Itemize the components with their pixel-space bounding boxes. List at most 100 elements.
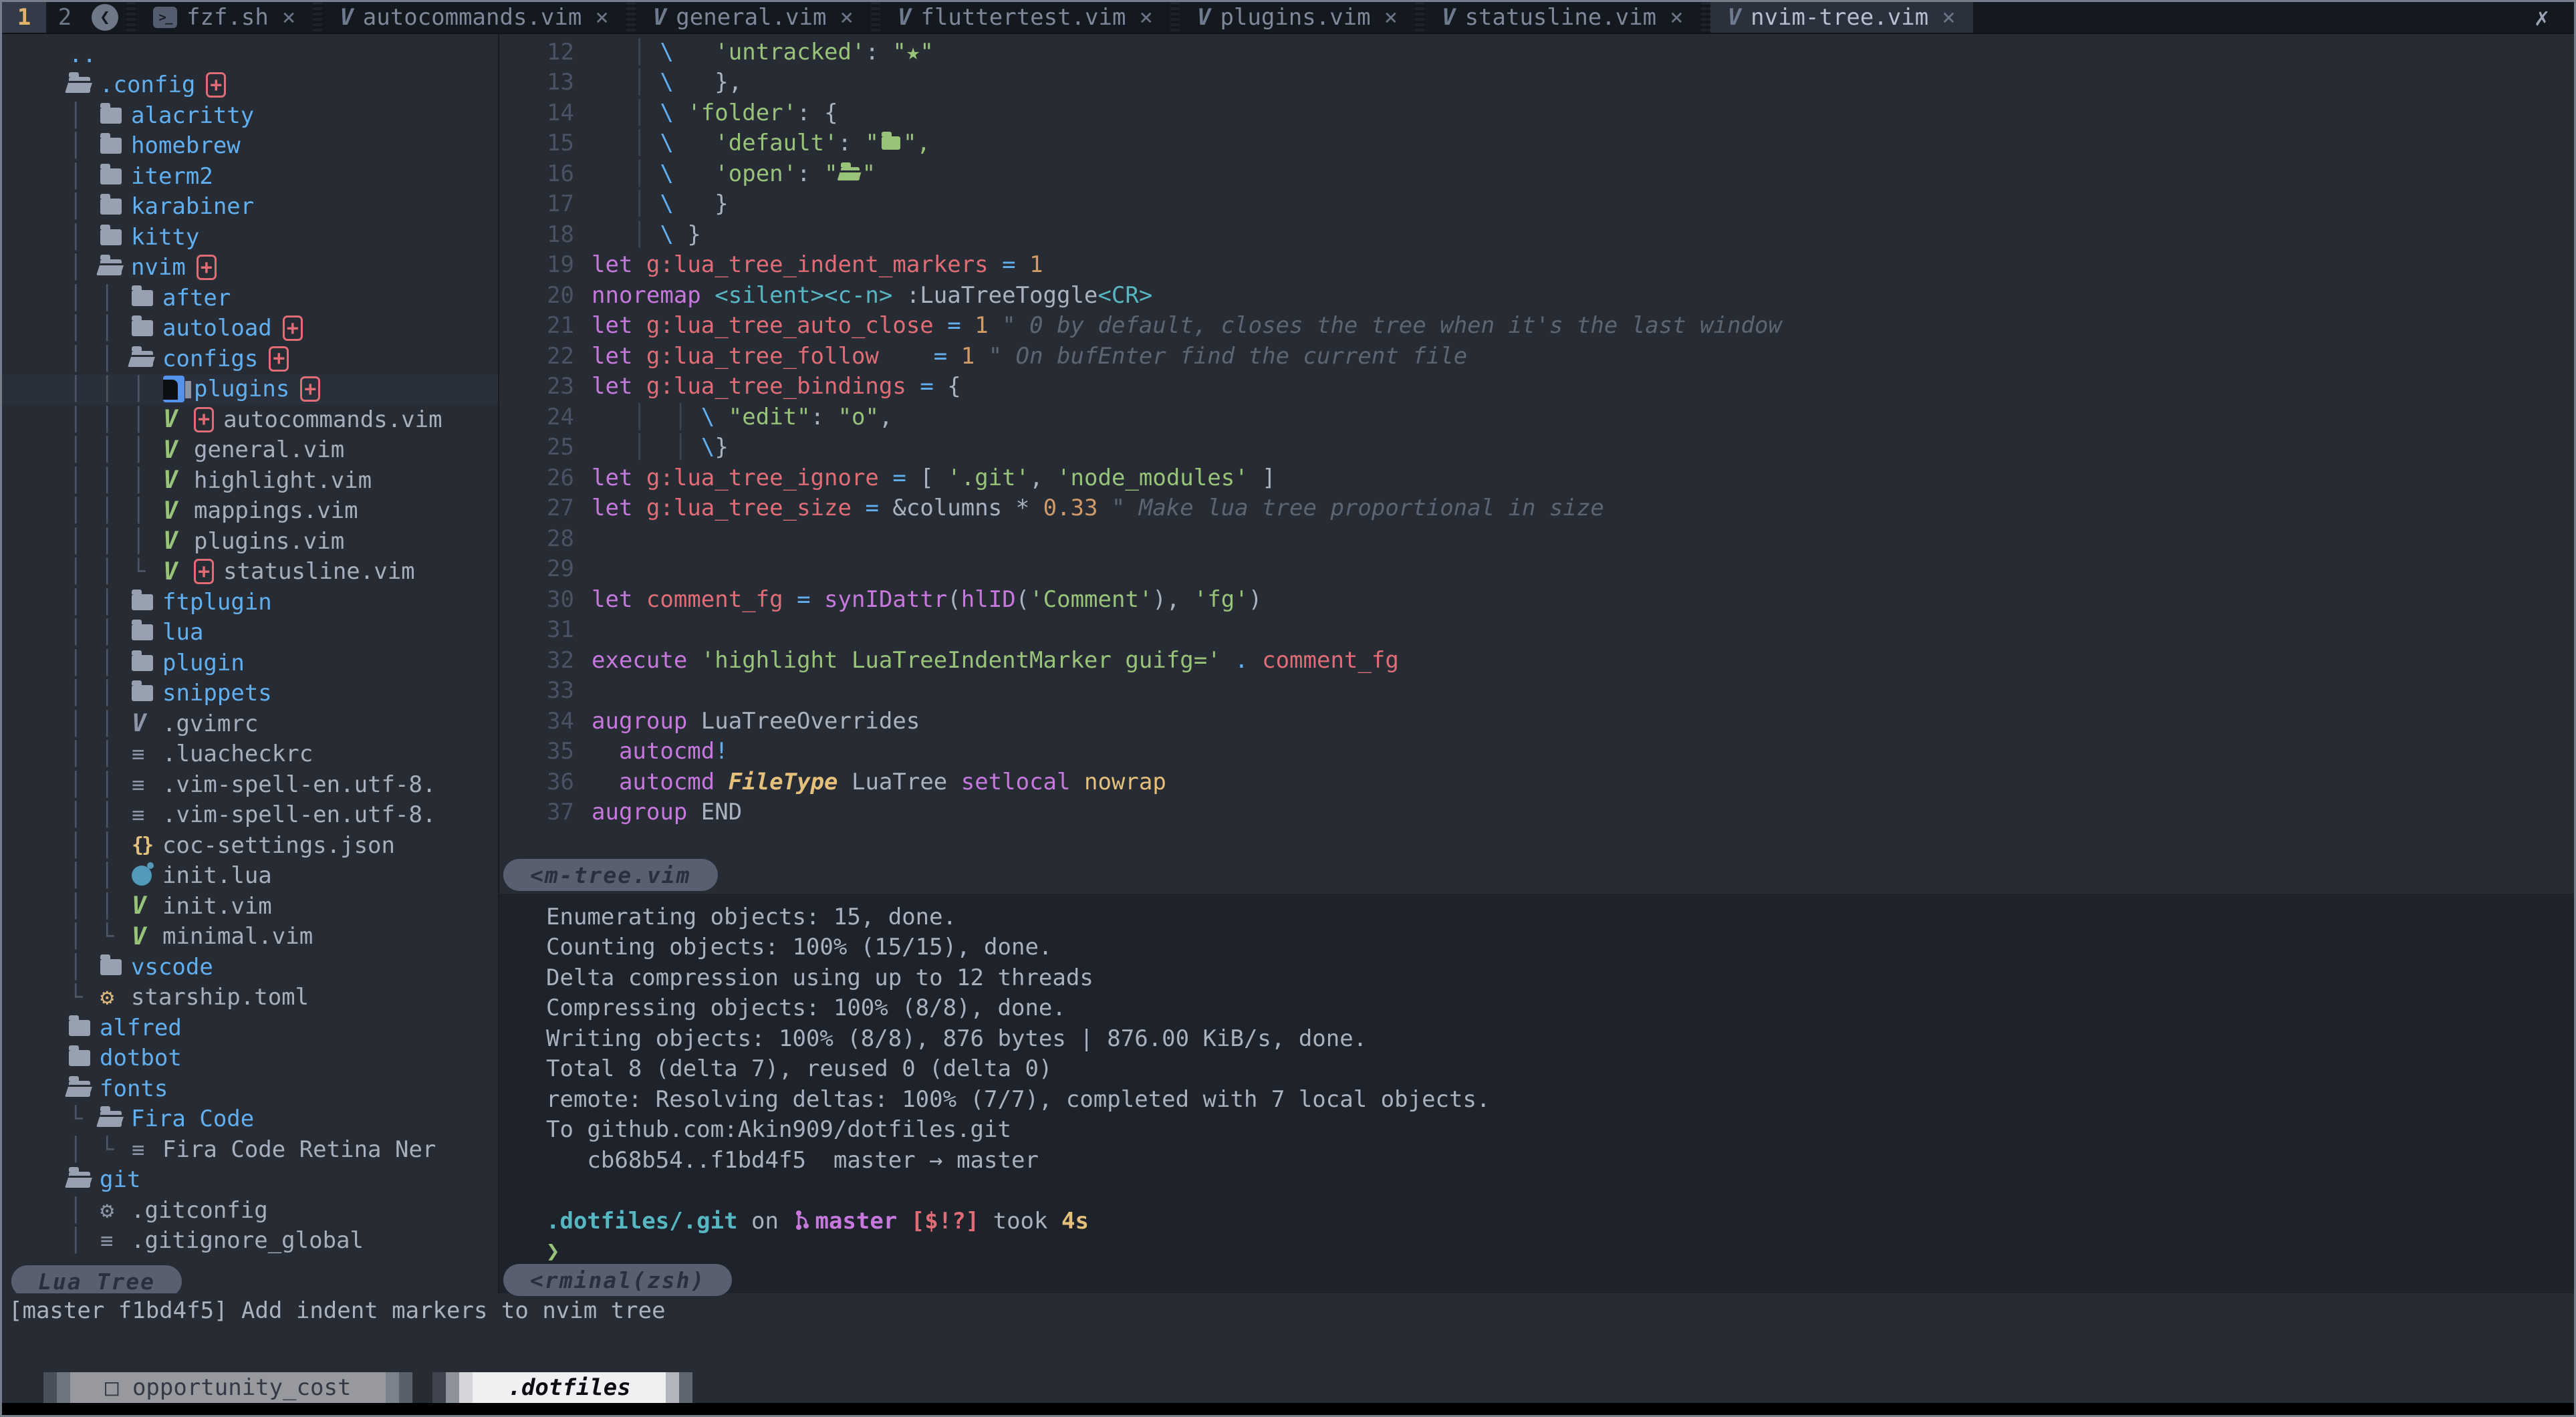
tab-close-icon[interactable]: × xyxy=(840,4,853,31)
tab-close-icon[interactable]: × xyxy=(595,4,608,31)
tree-item-minimal.vim[interactable]: │└Vminimal.vim xyxy=(2,922,498,952)
tree-item-highlight.vim[interactable]: │││Vhighlight.vim xyxy=(2,465,498,496)
tree-item-label: fonts xyxy=(100,1075,168,1102)
gear-icon: ⚙ xyxy=(100,984,131,1011)
tree-item-statusline.vim[interactable]: ││└V+statusline.vim xyxy=(2,557,498,588)
tree-item-.config[interactable]: .config+ xyxy=(2,70,498,101)
tree-item-label: .vim-spell-en.utf-8. xyxy=(162,801,436,828)
tree-item-.gvimrc[interactable]: ││V.gvimrc xyxy=(2,708,498,739)
tree-item-Fira-Code[interactable]: └Fira Code xyxy=(2,1104,498,1135)
tree-item-label: .vim-spell-en.utf-8. xyxy=(162,771,436,798)
code-text: augroup LuaTreeOverrides xyxy=(592,708,920,735)
tree-item-label: Fira Code Retina Ner xyxy=(162,1136,436,1163)
tree-item-init.vim[interactable]: ││Vinit.vim xyxy=(2,891,498,922)
code-text: augroup END xyxy=(592,799,742,825)
folder-selected-icon xyxy=(163,376,194,402)
tree-item-alacritty[interactable]: │alacritty xyxy=(2,100,498,131)
tmux-window-.dotfiles[interactable]: .dotfiles xyxy=(432,1372,692,1403)
tab-close-icon[interactable]: × xyxy=(1139,4,1152,31)
code-text: │ \ 'untracked': "★" xyxy=(592,39,934,66)
tree-item-after[interactable]: ││after xyxy=(2,283,498,313)
tree-guide: │ xyxy=(69,589,100,616)
git-status-badge: + xyxy=(197,255,217,280)
tree-guide: │ xyxy=(69,132,100,159)
tree-item-starship.toml[interactable]: └⚙starship.toml xyxy=(2,983,498,1013)
tree-item-init.lua[interactable]: ││init.lua xyxy=(2,861,498,892)
tree-item-mappings.vim[interactable]: │││Vmappings.vim xyxy=(2,496,498,527)
tab-fluttertest.vim[interactable]: Vfluttertest.vim× xyxy=(880,2,1170,33)
tree-item-nvim[interactable]: │nvim+ xyxy=(2,253,498,283)
tab-fzf.sh[interactable]: >_fzf.sh× xyxy=(136,2,313,33)
editor-buffer[interactable]: 12 │ \ 'untracked': "★"13 │ \ },14 │ \ '… xyxy=(499,34,2574,894)
tree-item-iterm2[interactable]: │iterm2 xyxy=(2,161,498,192)
tree-item-dotbot[interactable]: dotbot xyxy=(2,1043,498,1074)
code-line-25: 25 │ │ \} xyxy=(499,432,2574,463)
tmux-window--opportunity-cost[interactable]: □ opportunity_cost xyxy=(43,1372,412,1403)
code-text: │ \ 'open': "" xyxy=(592,160,876,187)
vim-file-icon: V xyxy=(163,497,194,525)
tree-item-..[interactable]: .. xyxy=(2,39,498,70)
tree-item-fonts[interactable]: fonts xyxy=(2,1073,498,1104)
tree-item-.vim-spell-en.utf-8.[interactable]: ││≡.vim-spell-en.utf-8. xyxy=(2,769,498,800)
terminal-pane[interactable]: Enumerating objects: 15, done.Counting o… xyxy=(499,894,2574,1293)
tree-item-configs[interactable]: ││configs+ xyxy=(2,344,498,374)
tree-item-label: kitty xyxy=(131,224,199,251)
tab-plugins.vim[interactable]: Vplugins.vim× xyxy=(1180,2,1415,33)
tree-item-label: lua xyxy=(162,619,203,646)
tabline-spacer xyxy=(1973,2,2510,33)
tree-item-label: autocommands.vim xyxy=(223,406,442,433)
tree-item-label: coc-settings.json xyxy=(162,832,395,859)
nav-back-button[interactable]: ❮ xyxy=(84,2,126,33)
tree-item-label: general.vim xyxy=(194,436,344,463)
folder-icon xyxy=(132,685,162,701)
tree-item-.vim-spell-en.utf-8.[interactable]: ││≡.vim-spell-en.utf-8. xyxy=(2,800,498,831)
code-text: autocmd FileType LuaTree setlocal nowrap xyxy=(592,769,1166,795)
tree-item-plugin[interactable]: ││plugin xyxy=(2,648,498,678)
tree-item-label: alacritty xyxy=(131,102,254,129)
tab-close-icon[interactable]: × xyxy=(1942,4,1955,31)
tree-item-.gitignore-global[interactable]: │≡.gitignore_global xyxy=(2,1226,498,1257)
git-status-badge: + xyxy=(283,315,303,341)
tab-autocommands.vim[interactable]: Vautocommands.vim× xyxy=(322,2,626,33)
tab-general.vim[interactable]: Vgeneral.vim× xyxy=(636,2,871,33)
tab-close-icon[interactable]: × xyxy=(282,4,295,31)
tree-item-snippets[interactable]: ││snippets xyxy=(2,678,498,709)
tree-item-.luacheckrc[interactable]: ││≡.luacheckrc xyxy=(2,739,498,770)
tree-item-plugins[interactable]: │││plugins+ xyxy=(2,374,498,405)
tree-item-alfred[interactable]: alfred xyxy=(2,1013,498,1043)
tab-close-icon[interactable]: × xyxy=(1670,4,1683,31)
tree-item-label: .gitignore_global xyxy=(131,1227,364,1254)
tree-item-git[interactable]: git xyxy=(2,1165,498,1196)
tree-item-homebrew[interactable]: │homebrew xyxy=(2,131,498,162)
line-number: 19 xyxy=(499,251,592,278)
tree-item-.gitconfig[interactable]: │⚙.gitconfig xyxy=(2,1195,498,1226)
tab-close-icon[interactable]: × xyxy=(1384,4,1398,31)
close-all-icon[interactable]: ✗ xyxy=(2510,2,2574,33)
tree-guide: │ xyxy=(69,346,100,372)
tree-item-ftplugin[interactable]: ││ftplugin xyxy=(2,587,498,618)
tree-item-label: karabiner xyxy=(131,193,254,220)
tab-separator xyxy=(1170,2,1180,33)
tree-item-plugins.vim[interactable]: │││Vplugins.vim xyxy=(2,526,498,557)
tree-item-karabiner[interactable]: │karabiner xyxy=(2,192,498,223)
tree-item-autoload[interactable]: ││autoload+ xyxy=(2,313,498,344)
tree-guide: │ xyxy=(132,436,163,463)
tree-item-label: .config xyxy=(100,72,195,98)
tree-item-vscode[interactable]: │vscode xyxy=(2,952,498,983)
code-text: │ \ }, xyxy=(592,69,742,96)
tree-item-general.vim[interactable]: │││Vgeneral.vim xyxy=(2,435,498,466)
tree-item-coc-settings.json[interactable]: ││{}coc-settings.json xyxy=(2,830,498,861)
code-text: │ \ 'folder': { xyxy=(592,100,838,126)
tabpage-indicator-inactive[interactable]: 2 xyxy=(46,2,84,33)
vim-file-icon: V xyxy=(163,436,194,464)
tree-item-autocommands.vim[interactable]: │││V+autocommands.vim xyxy=(2,404,498,435)
tree-item-lua[interactable]: ││lua xyxy=(2,618,498,648)
tree-guide: └ xyxy=(132,558,163,585)
tab-nvim-tree.vim[interactable]: Vnvim-tree.vim× xyxy=(1710,2,1973,33)
tab-statusline.vim[interactable]: Vstatusline.vim× xyxy=(1424,2,1701,33)
line-number: 30 xyxy=(499,586,592,613)
tree-item-kitty[interactable]: │kitty xyxy=(2,222,498,253)
terminal-line: Compressing objects: 100% (8/8), done. xyxy=(546,993,2574,1024)
tree-item-Fira-Code-Retina-Ner[interactable]: │└≡Fira Code Retina Ner xyxy=(2,1134,498,1165)
tabpage-indicator-active[interactable]: 1 xyxy=(2,2,46,33)
